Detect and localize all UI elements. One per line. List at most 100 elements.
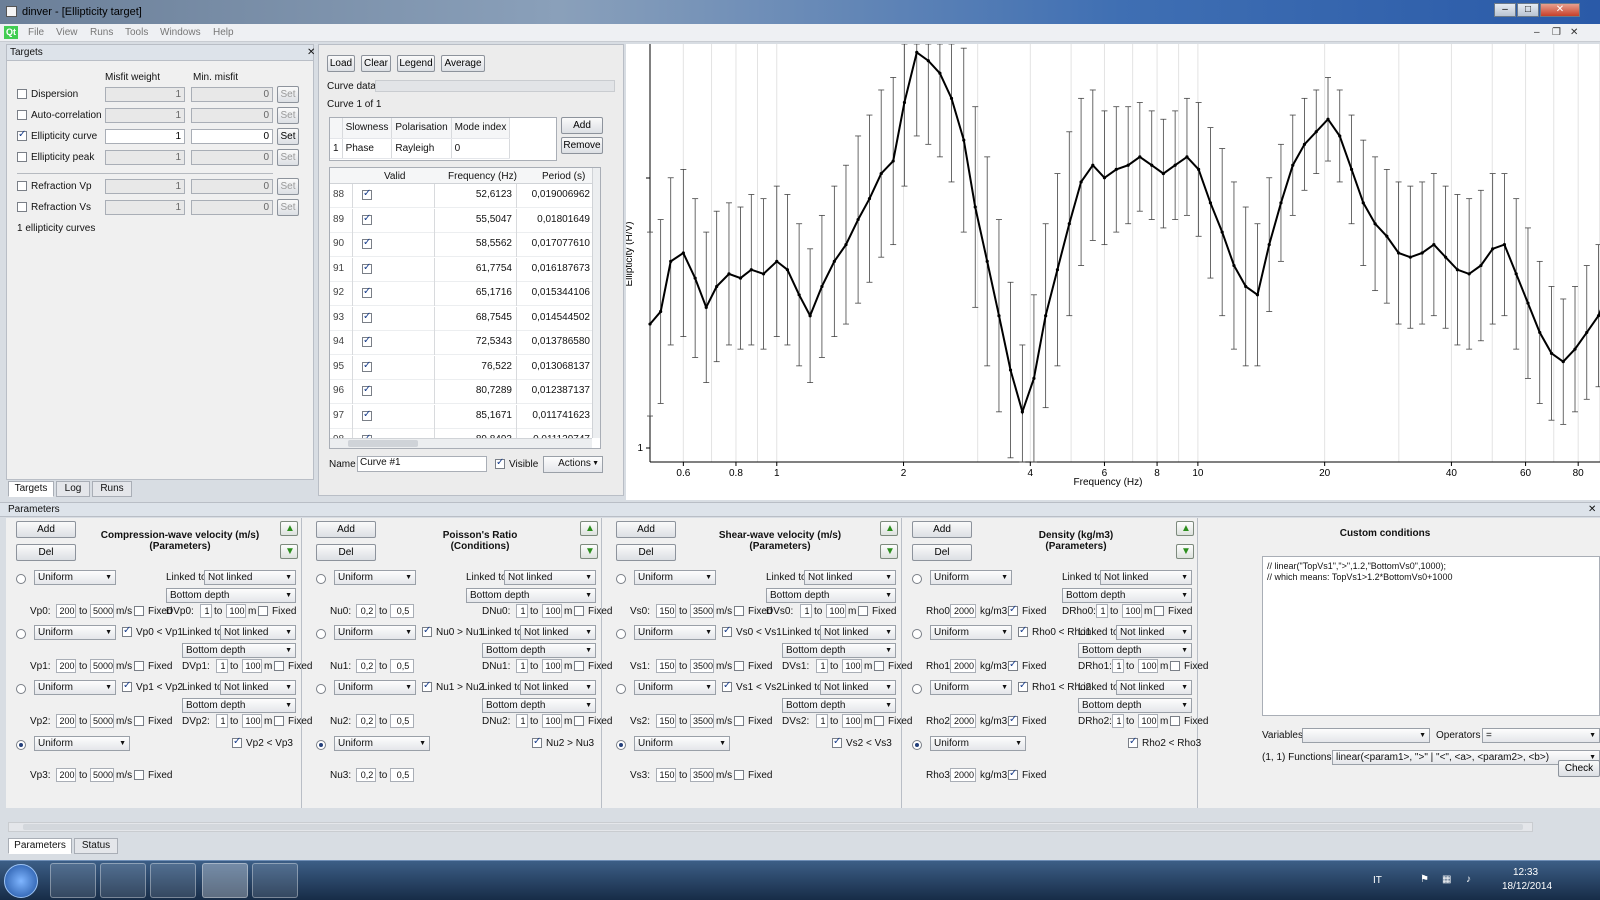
depth-min-input[interactable]: 1 (216, 659, 228, 673)
depth-fixed-checkbox[interactable] (258, 606, 268, 616)
period-cell[interactable]: 0,013068137 (518, 361, 590, 372)
custom-conditions-editor[interactable]: // linear("TopVs1",">",1.2,"BottomVs0",1… (1262, 556, 1600, 716)
fixed-checkbox[interactable] (134, 770, 144, 780)
depth-fixed-checkbox[interactable] (874, 661, 884, 671)
data-row[interactable]: 91 61,7754 0,016187673 (330, 257, 592, 282)
min-value-input[interactable]: 2000 (950, 768, 976, 782)
layer-radio[interactable] (16, 574, 26, 584)
max-value-input[interactable]: 5000 (90, 714, 114, 728)
window-titlebar[interactable]: dinver - [Ellipticity target] – □ ✕ (0, 0, 1600, 24)
fixed-checkbox[interactable] (1008, 659, 1018, 671)
max-value-input[interactable]: 5000 (90, 659, 114, 673)
valid-checkbox[interactable] (362, 286, 372, 298)
set-button[interactable]: Set (277, 86, 299, 103)
distribution-select[interactable]: Uniform (634, 570, 716, 585)
add-layer-button[interactable]: Add (316, 521, 376, 538)
network-tray-icon[interactable]: ▦ (1442, 874, 1451, 885)
data-row[interactable]: 89 55,5047 0,01801649 (330, 208, 592, 233)
distribution-select[interactable]: Uniform (634, 680, 716, 695)
del-layer-button[interactable]: Del (316, 544, 376, 561)
min-misfit-input[interactable]: 0 (191, 129, 273, 144)
max-value-input[interactable]: 0,5 (390, 768, 414, 782)
data-row[interactable]: 93 68,7545 0,014544502 (330, 306, 592, 331)
depth-max-input[interactable]: 100 (842, 659, 862, 673)
valid-checkbox[interactable] (362, 311, 372, 323)
average-button[interactable]: Average (441, 55, 485, 72)
bottom-depth-select[interactable]: Bottom depth (1078, 643, 1192, 658)
layer-radio[interactable] (912, 740, 922, 750)
condition-checkbox[interactable] (422, 625, 432, 637)
curve-data-table[interactable]: Valid Frequency (Hz) Period (s) 88 52,612… (329, 167, 601, 449)
mdi-minimize-icon[interactable]: – (1534, 27, 1540, 38)
distribution-select[interactable]: Uniform (634, 736, 730, 751)
valid-checkbox[interactable] (362, 335, 372, 347)
ellipticity-chart[interactable]: 0.6 0.8 1 2 4 6 8 10 20 40 60 80 1 Frequency (Hz) Elli… (624, 43, 1600, 500)
tab-log[interactable]: Log (56, 481, 90, 497)
mdi-restore-icon[interactable]: ❐ (1552, 27, 1561, 38)
distribution-select[interactable]: Uniform (930, 625, 1012, 640)
visible-checkbox[interactable] (495, 457, 505, 469)
move-up-icon[interactable] (580, 521, 598, 536)
depth-max-input[interactable]: 100 (242, 714, 262, 728)
linked-to-select[interactable]: Not linked (1116, 680, 1192, 695)
target-checkbox[interactable] (17, 181, 27, 191)
depth-fixed-checkbox[interactable] (858, 606, 868, 616)
frequency-cell[interactable]: 68,7545 (476, 312, 512, 323)
tab-parameters[interactable]: Parameters (8, 838, 72, 854)
curve-data-scrollbar[interactable] (375, 80, 615, 92)
layer-radio[interactable] (616, 574, 626, 584)
max-value-input[interactable]: 5000 (90, 604, 114, 618)
depth-max-input[interactable]: 100 (1122, 604, 1142, 618)
max-value-input[interactable]: 3500 (690, 659, 714, 673)
frequency-cell[interactable]: 65,1716 (476, 287, 512, 298)
menu-runs[interactable]: Runs (90, 27, 113, 38)
menu-windows[interactable]: Windows (160, 27, 201, 38)
condition-checkbox[interactable] (722, 680, 732, 692)
target-checkbox[interactable] (17, 89, 27, 99)
target-checkbox[interactable] (17, 152, 27, 162)
linked-to-select[interactable]: Not linked (504, 570, 596, 585)
distribution-select[interactable]: Uniform (930, 736, 1026, 751)
min-value-input[interactable]: 150 (656, 659, 676, 673)
depth-fixed-checkbox[interactable] (874, 716, 884, 726)
set-button[interactable]: Set (277, 107, 299, 124)
frequency-cell[interactable]: 61,7754 (476, 263, 512, 274)
depth-fixed-checkbox[interactable] (274, 661, 284, 671)
flag-tray-icon[interactable]: ⚑ (1420, 874, 1429, 885)
min-value-input[interactable]: 0,2 (356, 659, 376, 673)
layer-radio[interactable] (16, 629, 26, 639)
close-icon[interactable]: ✕ (1540, 3, 1580, 17)
move-down-icon[interactable] (1176, 544, 1194, 559)
fixed-checkbox[interactable] (734, 606, 744, 616)
layer-radio[interactable] (16, 684, 26, 694)
layer-radio[interactable] (616, 629, 626, 639)
tab-runs[interactable]: Runs (92, 481, 132, 497)
tab-targets[interactable]: Targets (8, 481, 54, 497)
depth-fixed-checkbox[interactable] (1170, 716, 1180, 726)
min-misfit-input[interactable]: 0 (191, 108, 273, 123)
mode-polarisation[interactable]: Rayleigh (391, 138, 452, 159)
clock-time[interactable]: 12:33 (1513, 867, 1538, 878)
data-row[interactable]: 92 65,1716 0,015344106 (330, 282, 592, 306)
linked-to-select[interactable]: Not linked (1100, 570, 1192, 585)
depth-min-input[interactable]: 1 (800, 604, 812, 618)
frequency-cell[interactable]: 85,1671 (476, 410, 512, 421)
tab-status[interactable]: Status (74, 838, 118, 854)
layer-radio[interactable] (16, 740, 26, 750)
del-layer-button[interactable]: Del (616, 544, 676, 561)
linked-to-select[interactable]: Not linked (220, 680, 296, 695)
frequency-cell[interactable]: 76,522 (481, 361, 512, 372)
min-value-input[interactable]: 2000 (950, 659, 976, 673)
parameters-close-icon[interactable]: ✕ (1588, 504, 1596, 515)
target-checkbox[interactable] (17, 202, 27, 212)
set-button[interactable]: Set (277, 149, 299, 166)
misfit-weight-input[interactable]: 1 (105, 150, 185, 165)
linked-to-select[interactable]: Not linked (804, 570, 896, 585)
distribution-select[interactable]: Uniform (334, 736, 430, 751)
linked-to-select[interactable]: Not linked (820, 625, 896, 640)
min-misfit-input[interactable]: 0 (191, 200, 273, 215)
bottom-depth-select[interactable]: Bottom depth (182, 698, 296, 713)
depth-max-input[interactable]: 100 (226, 604, 246, 618)
depth-fixed-checkbox[interactable] (574, 606, 584, 616)
min-value-input[interactable]: 2000 (950, 604, 976, 618)
